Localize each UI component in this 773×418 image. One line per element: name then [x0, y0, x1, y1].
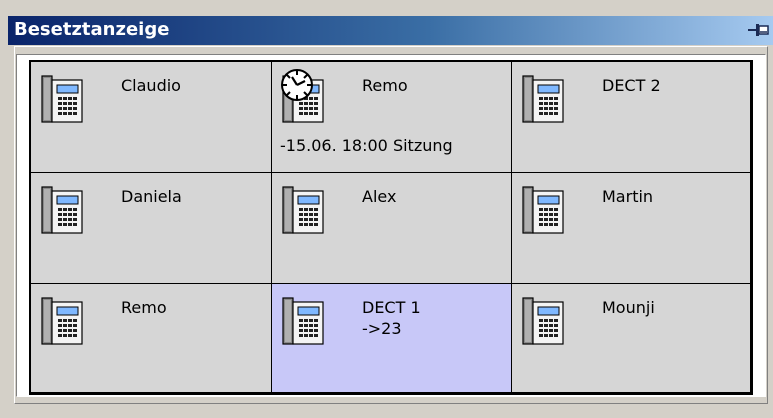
appointment-note: -15.06. 18:00 Sitzung [280, 136, 453, 155]
extension-name: Claudio [121, 76, 181, 95]
extension-name: DECT 2 [602, 76, 661, 95]
desk-phone-icon [41, 74, 85, 124]
desk-phone-icon [522, 296, 566, 346]
desk-phone-icon [282, 296, 326, 346]
desk-phone-icon [41, 185, 85, 235]
pin-icon[interactable] [747, 20, 771, 40]
desk-phone-icon [522, 74, 566, 124]
busy-lamp-grid: Claudio Remo -15.06. 18:00 Sitzung DECT … [29, 60, 753, 395]
extension-cell[interactable]: DECT 2 [512, 62, 751, 173]
desk-phone-icon [282, 185, 326, 235]
clock-icon [280, 68, 314, 102]
extension-name: Daniela [121, 187, 182, 206]
extension-name: Remo [121, 298, 167, 317]
extension-name: Alex [362, 187, 397, 206]
extension-cell[interactable]: Alex [272, 173, 512, 284]
extension-name: Martin [602, 187, 654, 206]
panel-titlebar: Besetztanzeige [8, 16, 773, 45]
extension-name: Remo [362, 76, 408, 95]
extension-cell[interactable]: Mounji [512, 284, 751, 393]
desk-phone-icon [522, 185, 566, 235]
extension-cell[interactable]: DECT 1 ->23 [272, 284, 512, 393]
extension-cell[interactable]: Claudio [31, 62, 272, 173]
desk-phone-icon [41, 296, 85, 346]
extension-cell[interactable]: Remo [31, 284, 272, 393]
panel-bottom-edge [14, 404, 768, 418]
forward-target: ->23 [362, 319, 402, 338]
panel-title: Besetztanzeige [14, 19, 170, 40]
extension-name: Mounji [602, 298, 655, 317]
extension-name: DECT 1 [362, 298, 421, 317]
extension-cell[interactable]: Martin [512, 173, 751, 284]
extension-cell[interactable]: Remo -15.06. 18:00 Sitzung [272, 62, 512, 173]
extension-cell[interactable]: Daniela [31, 173, 272, 284]
